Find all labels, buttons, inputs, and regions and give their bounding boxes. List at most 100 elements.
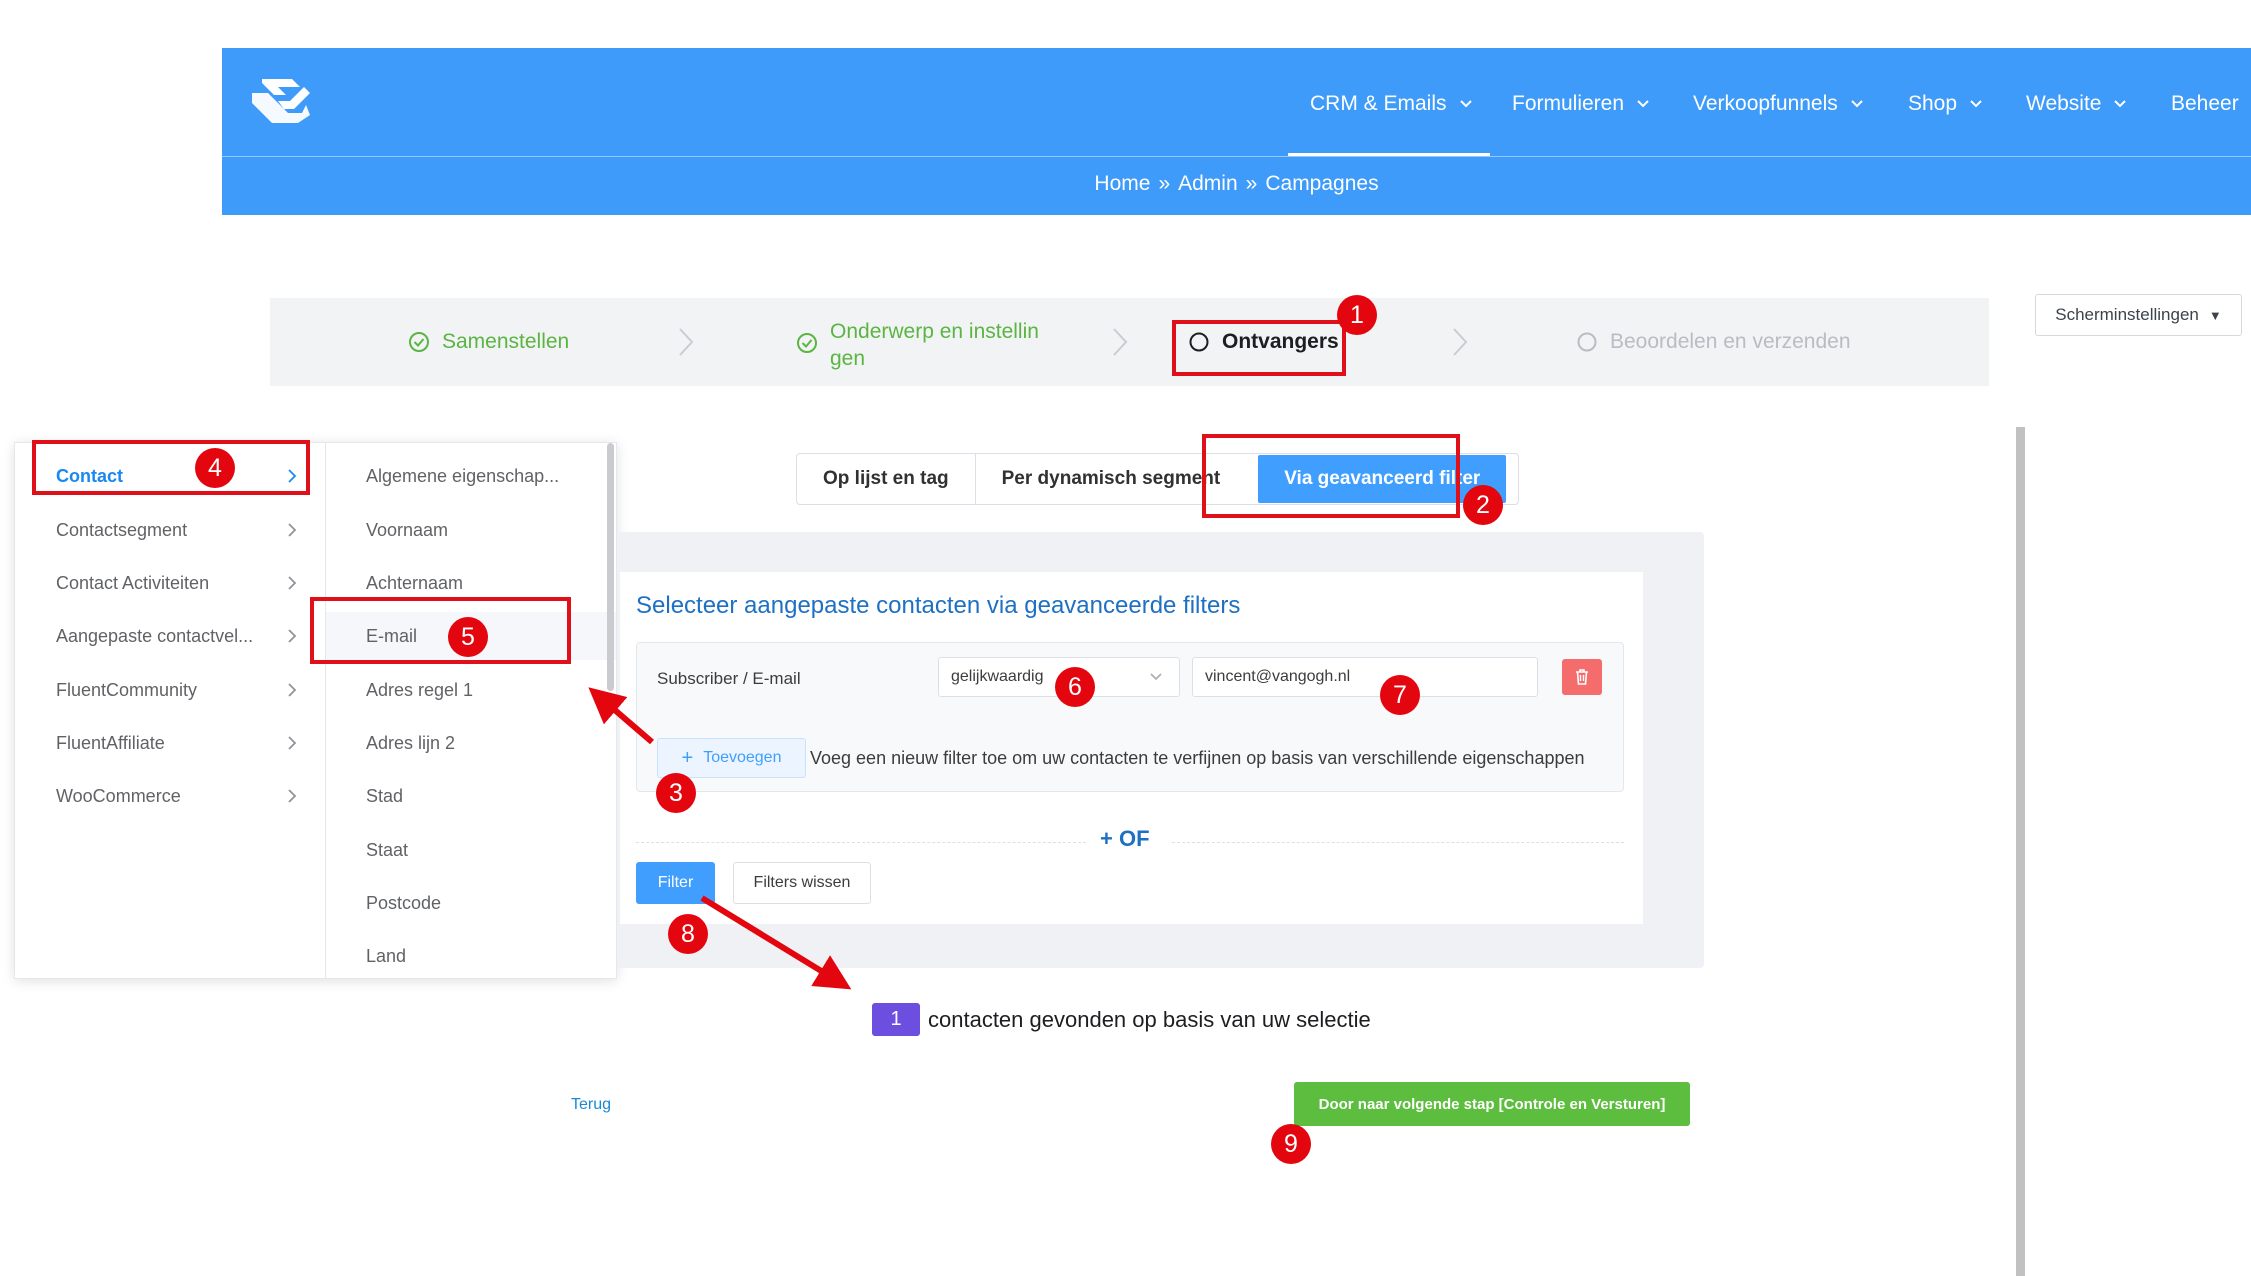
breadcrumb-campagnes[interactable]: Campagnes: [1265, 172, 1378, 195]
nav-verkoopfunnels[interactable]: Verkoopfunnels: [1693, 90, 1864, 118]
category-label: Aangepaste contactvel...: [56, 625, 254, 646]
step-beoordelen[interactable]: Beoordelen en verzenden: [1576, 330, 1851, 354]
screen-settings-label: Scherminstellingen: [2055, 305, 2199, 324]
chevron-right-icon: [288, 629, 297, 643]
category-contactsegment[interactable]: Contactsegment: [15, 506, 315, 554]
field-label: Adres lijn 2: [366, 732, 456, 753]
field-label: E-mail: [366, 625, 418, 646]
chevron-down-icon: [1970, 100, 1982, 108]
field-postcode[interactable]: Postcode: [326, 879, 616, 927]
chevron-down-icon: [1459, 100, 1472, 108]
campaign-stepper: Samenstellen Onderwerp en instellin gen …: [270, 298, 1989, 386]
field-label: Adres regel 1: [366, 679, 474, 700]
field-stad[interactable]: Stad: [326, 772, 616, 820]
annotation-badge-4: 4: [195, 448, 235, 488]
or-divider-line: [636, 842, 1086, 843]
tab-label: Op lijst en tag: [823, 468, 949, 489]
step-label: Beoordelen en verzenden: [1610, 330, 1851, 353]
annotation-badge-1: 1: [1337, 295, 1377, 335]
add-filter-hint: Voeg een nieuw filter toe om uw contacte…: [810, 748, 1585, 768]
chevron-right-icon: [288, 523, 297, 537]
step-label: Ontvangers: [1222, 330, 1339, 353]
category-fluentcommunity[interactable]: FluentCommunity: [15, 666, 315, 714]
step-samenstellen[interactable]: Samenstellen: [408, 330, 569, 354]
annotation-badge-8: 8: [668, 914, 708, 954]
annotation-badge-5: 5: [448, 617, 488, 657]
field-label: Stad: [366, 785, 404, 806]
add-filter-label: Toevoegen: [703, 749, 782, 766]
field-label: Voornaam: [366, 519, 449, 540]
step-ontvangers[interactable]: Ontvangers: [1188, 330, 1339, 354]
nav-formulieren[interactable]: Formulieren: [1512, 90, 1650, 118]
nav-shop[interactable]: Shop: [1908, 90, 1983, 118]
nav-website[interactable]: Website: [2026, 90, 2127, 118]
category-contact[interactable]: Contact: [15, 452, 315, 500]
breadcrumb-admin[interactable]: Admin: [1178, 172, 1238, 195]
nav-beheer[interactable]: Beheer: [2171, 90, 2239, 118]
tab-per-dynamisch-segment[interactable]: Per dynamisch segment: [976, 454, 1247, 504]
add-or-group-button[interactable]: + OF: [1100, 826, 1150, 852]
annotation-badge-3: 3: [656, 773, 696, 813]
operator-value: gelijkwaardig: [951, 668, 1044, 685]
circle-icon: [1577, 332, 1597, 352]
breadcrumb: Home » Admin » Campagnes: [222, 172, 2251, 196]
logo-icon[interactable]: [248, 75, 314, 127]
breadcrumb-separator: »: [1245, 172, 1258, 195]
nav-crm-emails[interactable]: CRM & Emails: [1310, 90, 1473, 118]
cascader-scrollbar[interactable]: [607, 443, 614, 691]
check-circle-icon: [797, 333, 817, 353]
field-adres-regel-1[interactable]: Adres regel 1: [326, 666, 616, 714]
back-link[interactable]: Terug: [571, 1096, 611, 1114]
filter-button[interactable]: Filter: [636, 862, 715, 904]
field-land[interactable]: Land: [326, 932, 616, 980]
category-label: WooCommerce: [56, 785, 181, 806]
filter-property-label[interactable]: Subscriber / E-mail: [657, 669, 801, 689]
result-text: contacten gevonden op basis van uw selec…: [928, 1006, 1371, 1032]
clear-filters-button[interactable]: Filters wissen: [733, 862, 871, 904]
annotation-badge-6: 6: [1055, 667, 1095, 707]
filter-panel-title: Selecteer aangepaste contacten via geava…: [636, 592, 1241, 619]
category-label: FluentAffiliate: [56, 732, 165, 753]
chevron-right-icon: [288, 683, 297, 697]
field-voornaam[interactable]: Voornaam: [326, 506, 616, 554]
chevron-down-icon: [2114, 100, 2127, 108]
annotation-badge-9: 9: [1271, 1124, 1311, 1164]
field-label: Achternaam: [366, 572, 464, 593]
recipient-mode-tabs: Op lijst en tag Per dynamisch segment Vi…: [796, 453, 1520, 505]
add-filter-button[interactable]: + Toevoegen: [657, 738, 806, 778]
category-fluentaffiliate[interactable]: FluentAffiliate: [15, 719, 315, 767]
step-onderwerp[interactable]: Onderwerp en instellin gen: [796, 318, 1039, 372]
next-step-button[interactable]: Door naar volgende stap [Controle en Ver…: [1294, 1082, 1690, 1126]
nav-label: Shop: [1908, 92, 1958, 115]
step-label: Samenstellen: [442, 330, 570, 353]
tab-label: Via geavanceerd filter: [1284, 468, 1481, 489]
chevron-down-icon: [1150, 673, 1162, 681]
top-navigation-bar: CRM & Emails Formulieren Verkoopfunnels …: [222, 48, 2251, 215]
breadcrumb-home[interactable]: Home: [1094, 172, 1150, 195]
page-scrollbar[interactable]: [2016, 427, 2025, 1276]
screen-settings-button[interactable]: Scherminstellingen ▼: [2035, 294, 2242, 336]
tab-op-lijst-en-tag[interactable]: Op lijst en tag: [797, 454, 976, 504]
category-contact-activiteiten[interactable]: Contact Activiteiten: [15, 559, 315, 607]
or-divider-line: [1172, 842, 1624, 843]
filter-value-input[interactable]: [1192, 657, 1538, 697]
result-summary: 1 contacten gevonden op basis van uw sel…: [872, 1003, 1371, 1036]
category-woocommerce[interactable]: WooCommerce: [15, 772, 315, 820]
field-algemene-eigenschappen[interactable]: Algemene eigenschap...: [326, 452, 616, 500]
category-label: Contact: [56, 465, 123, 486]
check-circle-icon: [409, 332, 429, 352]
field-achternaam[interactable]: Achternaam: [326, 559, 616, 607]
chevron-down-icon: [1851, 100, 1863, 108]
field-label: Postcode: [366, 892, 442, 913]
nav-label: CRM & Emails: [1310, 92, 1447, 115]
nav-label: Formulieren: [1512, 92, 1625, 115]
breadcrumb-separator: »: [1158, 172, 1171, 195]
category-aangepaste-velden[interactable]: Aangepaste contactvel...: [15, 612, 315, 660]
field-adres-lijn-2[interactable]: Adres lijn 2: [326, 719, 616, 767]
category-label: Contactsegment: [56, 519, 188, 540]
category-label: Contact Activiteiten: [56, 572, 210, 593]
field-staat[interactable]: Staat: [326, 826, 616, 874]
field-label: Algemene eigenschap...: [366, 465, 560, 486]
delete-filter-button[interactable]: [1562, 659, 1602, 695]
chevron-right-icon: [288, 789, 297, 803]
